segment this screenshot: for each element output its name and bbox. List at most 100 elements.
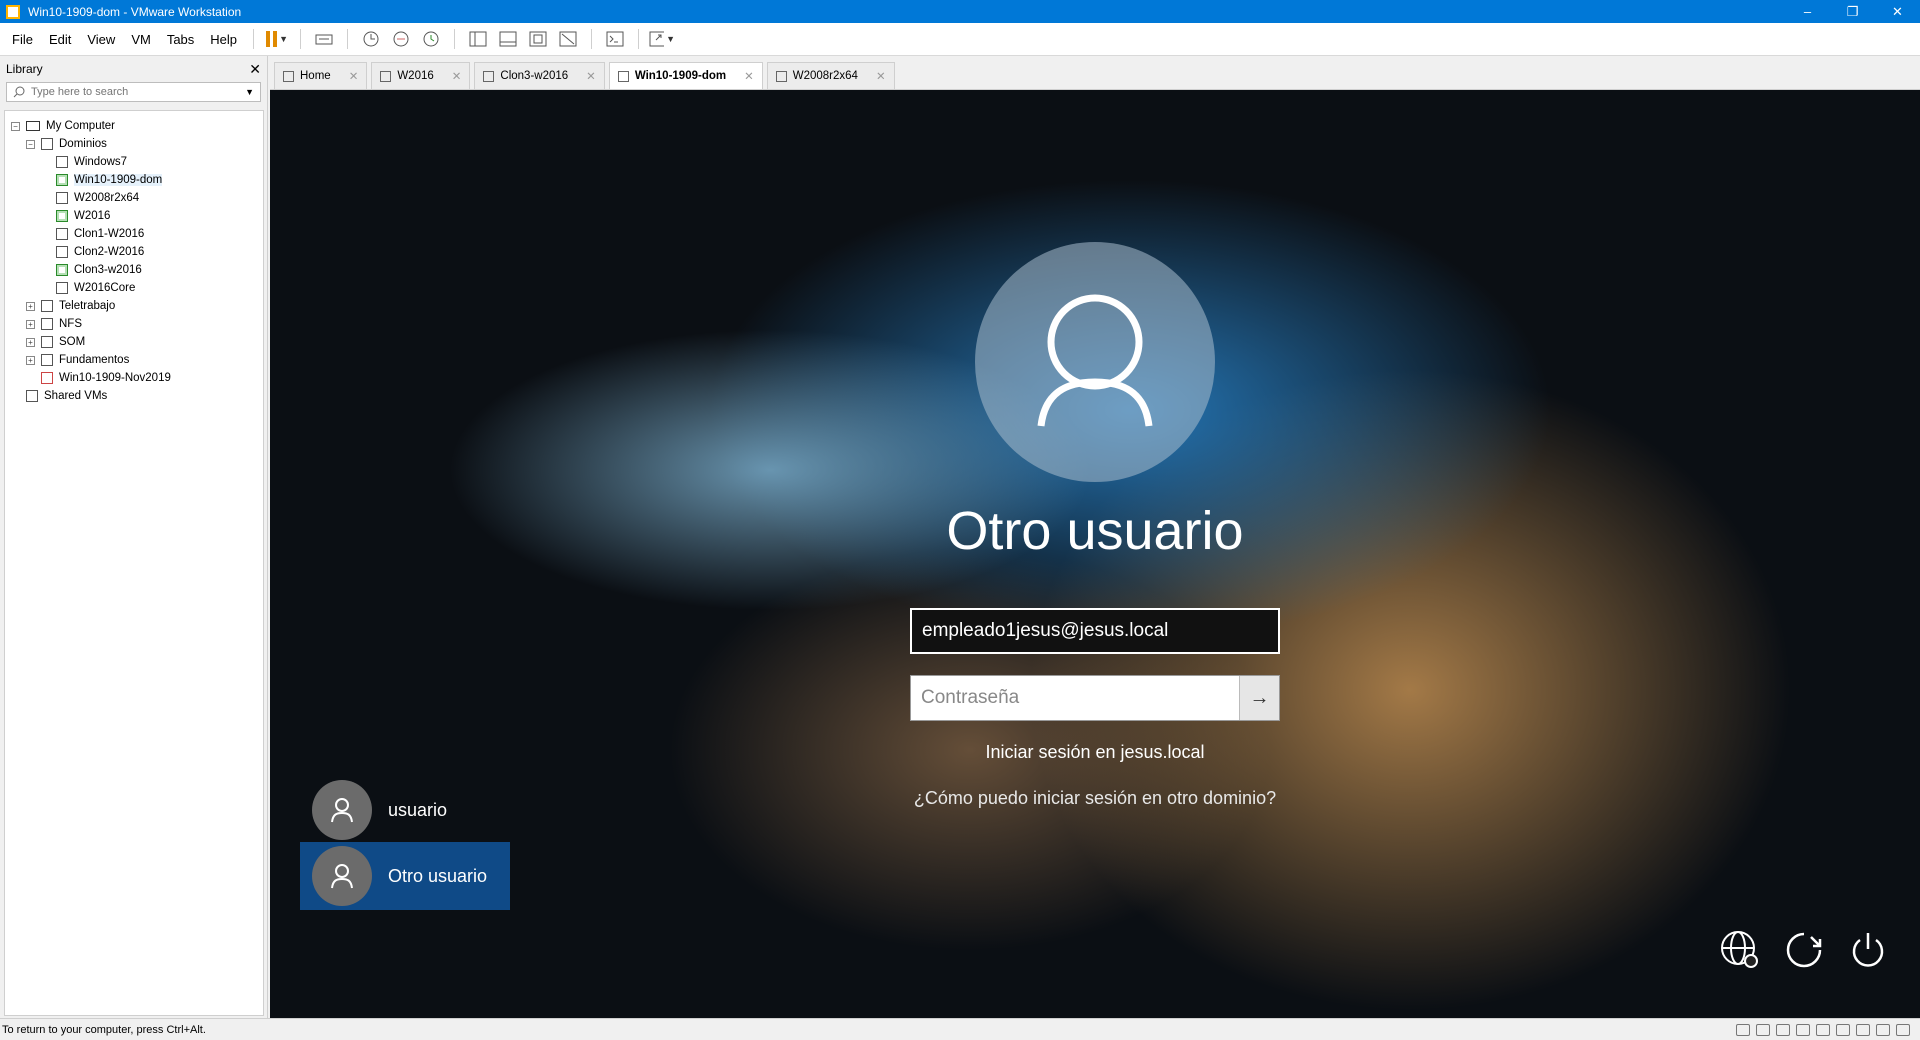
console-view-button[interactable] — [602, 26, 628, 52]
close-tab-icon[interactable]: ✕ — [586, 69, 596, 83]
user-tile-name: Otro usuario — [388, 865, 488, 886]
search-icon — [13, 86, 25, 98]
library-tree: − My Computer − Dominios Windows7 Win10-1909-… — [4, 110, 264, 1016]
sound-card-icon[interactable] — [1816, 1023, 1830, 1036]
vm-icon — [41, 372, 53, 384]
collapse-icon[interactable]: − — [26, 139, 35, 149]
show-library-button[interactable] — [465, 26, 491, 52]
tree-item[interactable]: Win10-1909-Nov2019 — [5, 369, 263, 387]
vm-icon — [483, 70, 495, 82]
other-domain-link[interactable]: ¿Cómo puedo iniciar sesión en otro domin… — [910, 786, 1280, 811]
password-input[interactable] — [911, 676, 1239, 720]
menu-edit[interactable]: Edit — [41, 32, 79, 47]
tree-item[interactable]: Clon1-W2016 — [5, 225, 263, 243]
messages-icon[interactable] — [1896, 1023, 1910, 1036]
tree-item[interactable]: Win10-1909-dom — [5, 171, 263, 189]
send-ctrl-alt-del-button[interactable] — [311, 26, 337, 52]
status-bar: To return to your computer, press Ctrl+A… — [0, 1018, 1920, 1040]
tree-item[interactable]: W2008r2x64 — [5, 189, 263, 207]
menu-tabs[interactable]: Tabs — [159, 32, 202, 47]
hard-disk-icon[interactable] — [1736, 1023, 1750, 1036]
menu-help[interactable]: Help — [202, 32, 245, 47]
revert-snapshot-button[interactable] — [388, 26, 414, 52]
pause-vm-button[interactable]: ▼ — [264, 26, 290, 52]
tree-item[interactable]: Windows7 — [5, 153, 263, 171]
tab-label: Win10-1909-dom — [634, 70, 727, 82]
tree-item[interactable]: + NFS — [5, 315, 263, 333]
tab-w2008r2x64[interactable]: W2008r2x64 ✕ — [766, 62, 895, 89]
cd-dvd-icon[interactable] — [1756, 1023, 1770, 1036]
username-field[interactable] — [910, 608, 1280, 654]
chevron-down-icon: ▼ — [666, 34, 676, 44]
tree-item-label: Clon1-W2016 — [74, 228, 145, 240]
accessibility-button[interactable] — [1782, 928, 1826, 972]
tree-item[interactable]: W2016Core — [5, 279, 263, 297]
usb-icon[interactable] — [1876, 1023, 1890, 1036]
stretch-guest-button[interactable]: ▼ — [649, 26, 675, 52]
tree-item[interactable]: Clon2-W2016 — [5, 243, 263, 261]
vm-icon — [775, 70, 787, 82]
tab-home[interactable]: Home ✕ — [274, 62, 368, 89]
network-adapter-icon[interactable] — [1776, 1023, 1790, 1036]
library-search-input[interactable] — [31, 86, 246, 98]
username-input[interactable] — [912, 610, 1278, 652]
snapshot-manager-button[interactable] — [418, 26, 444, 52]
tree-item[interactable]: + SOM — [5, 333, 263, 351]
vmware-app-icon — [6, 4, 20, 19]
menu-view[interactable]: View — [79, 32, 123, 47]
tree-item[interactable]: + Fundamentos — [5, 351, 263, 369]
tree-item[interactable]: W2016 — [5, 207, 263, 225]
folder-icon — [41, 300, 53, 312]
close-tab-icon[interactable]: ✕ — [744, 69, 754, 83]
close-tab-icon[interactable]: ✕ — [452, 69, 462, 83]
shared-vms-icon — [26, 390, 38, 402]
restore-icon[interactable]: ❐ — [1830, 0, 1875, 23]
minimize-icon[interactable]: – — [1785, 0, 1830, 23]
full-screen-icon — [529, 31, 547, 47]
menu-file[interactable]: File — [4, 32, 41, 47]
expand-icon[interactable]: + — [26, 301, 35, 311]
collapse-icon[interactable]: − — [11, 121, 20, 131]
power-button[interactable] — [1846, 928, 1890, 972]
speaker-icon[interactable] — [1836, 1023, 1850, 1036]
user-tile-usuario[interactable]: usuario — [300, 776, 510, 844]
network-button[interactable] — [1718, 928, 1762, 972]
tab-win10-1909-dom[interactable]: Win10-1909-dom ✕ — [608, 62, 763, 89]
vm-running-icon — [56, 264, 68, 276]
display-icon[interactable] — [1856, 1023, 1870, 1036]
close-tab-icon[interactable]: ✕ — [349, 69, 359, 83]
user-silhouette-icon — [1037, 294, 1153, 427]
tree-item[interactable]: Clon3-w2016 — [5, 261, 263, 279]
chevron-down-icon[interactable]: ▼ — [245, 87, 254, 97]
tab-label: Home — [300, 70, 331, 82]
tree-item-label: W2008r2x64 — [74, 192, 140, 204]
close-tab-icon[interactable]: ✕ — [876, 69, 886, 83]
tree-item[interactable]: Shared VMs — [5, 387, 263, 405]
snapshot-button[interactable] — [358, 26, 384, 52]
show-thumbnail-bar-button[interactable] — [495, 26, 521, 52]
tree-item[interactable]: + Teletrabajo — [5, 297, 263, 315]
tab-label: Clon3-w2016 — [500, 70, 569, 82]
user-tile-name: usuario — [388, 799, 448, 820]
library-search[interactable]: ▼ — [6, 82, 261, 102]
tree-item[interactable]: − Dominios — [5, 135, 263, 153]
expand-icon[interactable]: + — [26, 319, 35, 329]
close-window-icon[interactable]: ✕ — [1875, 0, 1920, 23]
user-avatar-small — [312, 780, 372, 840]
printer-icon[interactable] — [1796, 1023, 1810, 1036]
expand-icon[interactable]: + — [26, 337, 35, 347]
vm-console[interactable]: Otro usuario → Iniciar sesión en jesus.l… — [270, 90, 1920, 1018]
expand-icon[interactable]: + — [26, 355, 35, 365]
folder-icon — [41, 318, 53, 330]
tab-w2016[interactable]: W2016 ✕ — [371, 62, 471, 89]
close-library-icon[interactable]: ✕ — [249, 61, 261, 78]
submit-arrow-button[interactable]: → — [1239, 676, 1279, 720]
menu-vm[interactable]: VM — [123, 32, 159, 47]
tab-clon3-w2016[interactable]: Clon3-w2016 ✕ — [474, 62, 605, 89]
user-tile-otro-usuario[interactable]: Otro usuario — [300, 842, 510, 910]
full-screen-button[interactable] — [525, 26, 551, 52]
tree-item[interactable]: − My Computer — [5, 117, 263, 135]
vm-icon — [56, 282, 68, 294]
unity-button[interactable] — [555, 26, 581, 52]
password-field[interactable]: → — [910, 675, 1280, 721]
